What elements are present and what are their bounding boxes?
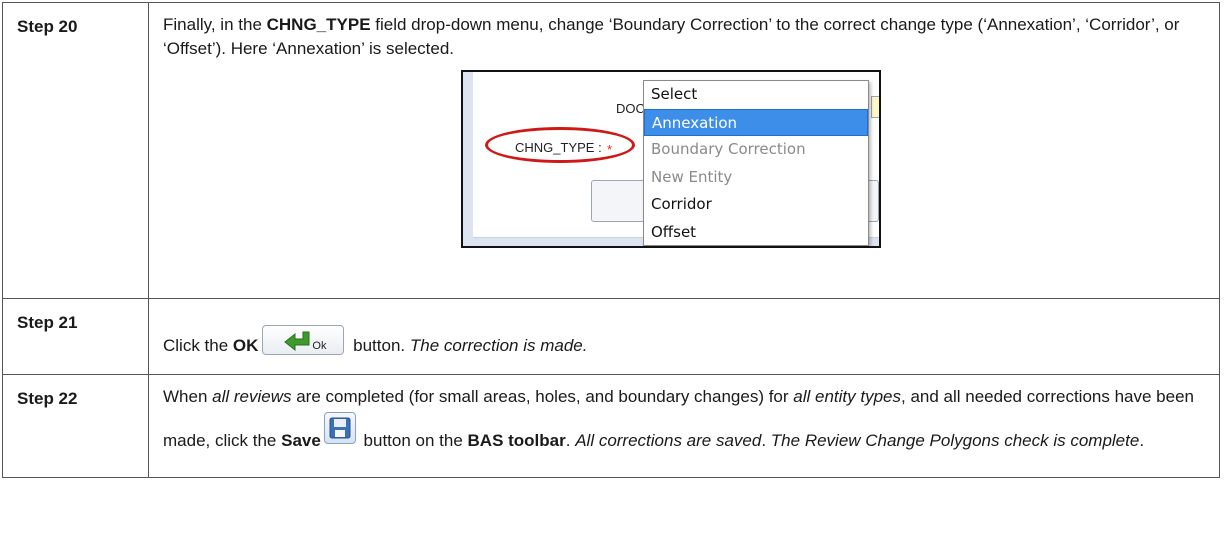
step-row-22: Step 22 When all reviews are completed (… bbox=[2, 374, 1220, 478]
step-description: Finally, in the CHNG_TYPE field drop-dow… bbox=[148, 2, 1220, 299]
step-description: When all reviews are completed (for smal… bbox=[148, 374, 1220, 478]
option-corridor[interactable]: Corridor bbox=[644, 191, 868, 219]
option-select[interactable]: Select bbox=[644, 81, 868, 109]
highlight-ellipse bbox=[485, 127, 635, 163]
step-description: Click the OK Ok button. The correction is… bbox=[148, 298, 1220, 375]
step-label: Step 21 bbox=[2, 298, 149, 375]
chng-type-dropdown-screenshot: DOCU : * CHNG_TYPE : * Select Annexation… bbox=[461, 70, 881, 248]
ok-button-image: Ok bbox=[262, 325, 345, 355]
step-text: Finally, in the CHNG_TYPE field drop-dow… bbox=[163, 15, 1180, 58]
step-row-21: Step 21 Click the OK Ok button. The corre… bbox=[2, 298, 1220, 375]
ok-icon-label: Ok bbox=[312, 340, 327, 352]
save-floppy-icon bbox=[329, 417, 351, 439]
step-row-20: Step 20 Finally, in the CHNG_TYPE field … bbox=[2, 2, 1220, 299]
option-annexation[interactable]: Annexation bbox=[644, 108, 868, 136]
save-button-image bbox=[323, 412, 356, 444]
docu-field[interactable] bbox=[871, 96, 879, 118]
step-label: Step 20 bbox=[2, 2, 149, 299]
step-label: Step 22 bbox=[2, 374, 149, 478]
option-new-entity[interactable]: New Entity bbox=[644, 164, 868, 192]
option-offset[interactable]: Offset bbox=[644, 219, 868, 247]
green-arrow-ok-icon bbox=[284, 331, 310, 352]
chng-type-dropdown-menu[interactable]: Select Annexation Boundary Correction Ne… bbox=[643, 80, 869, 246]
instruction-steps-table: Step 20 Finally, in the CHNG_TYPE field … bbox=[2, 2, 1220, 478]
option-boundary-correction[interactable]: Boundary Correction bbox=[644, 136, 868, 164]
